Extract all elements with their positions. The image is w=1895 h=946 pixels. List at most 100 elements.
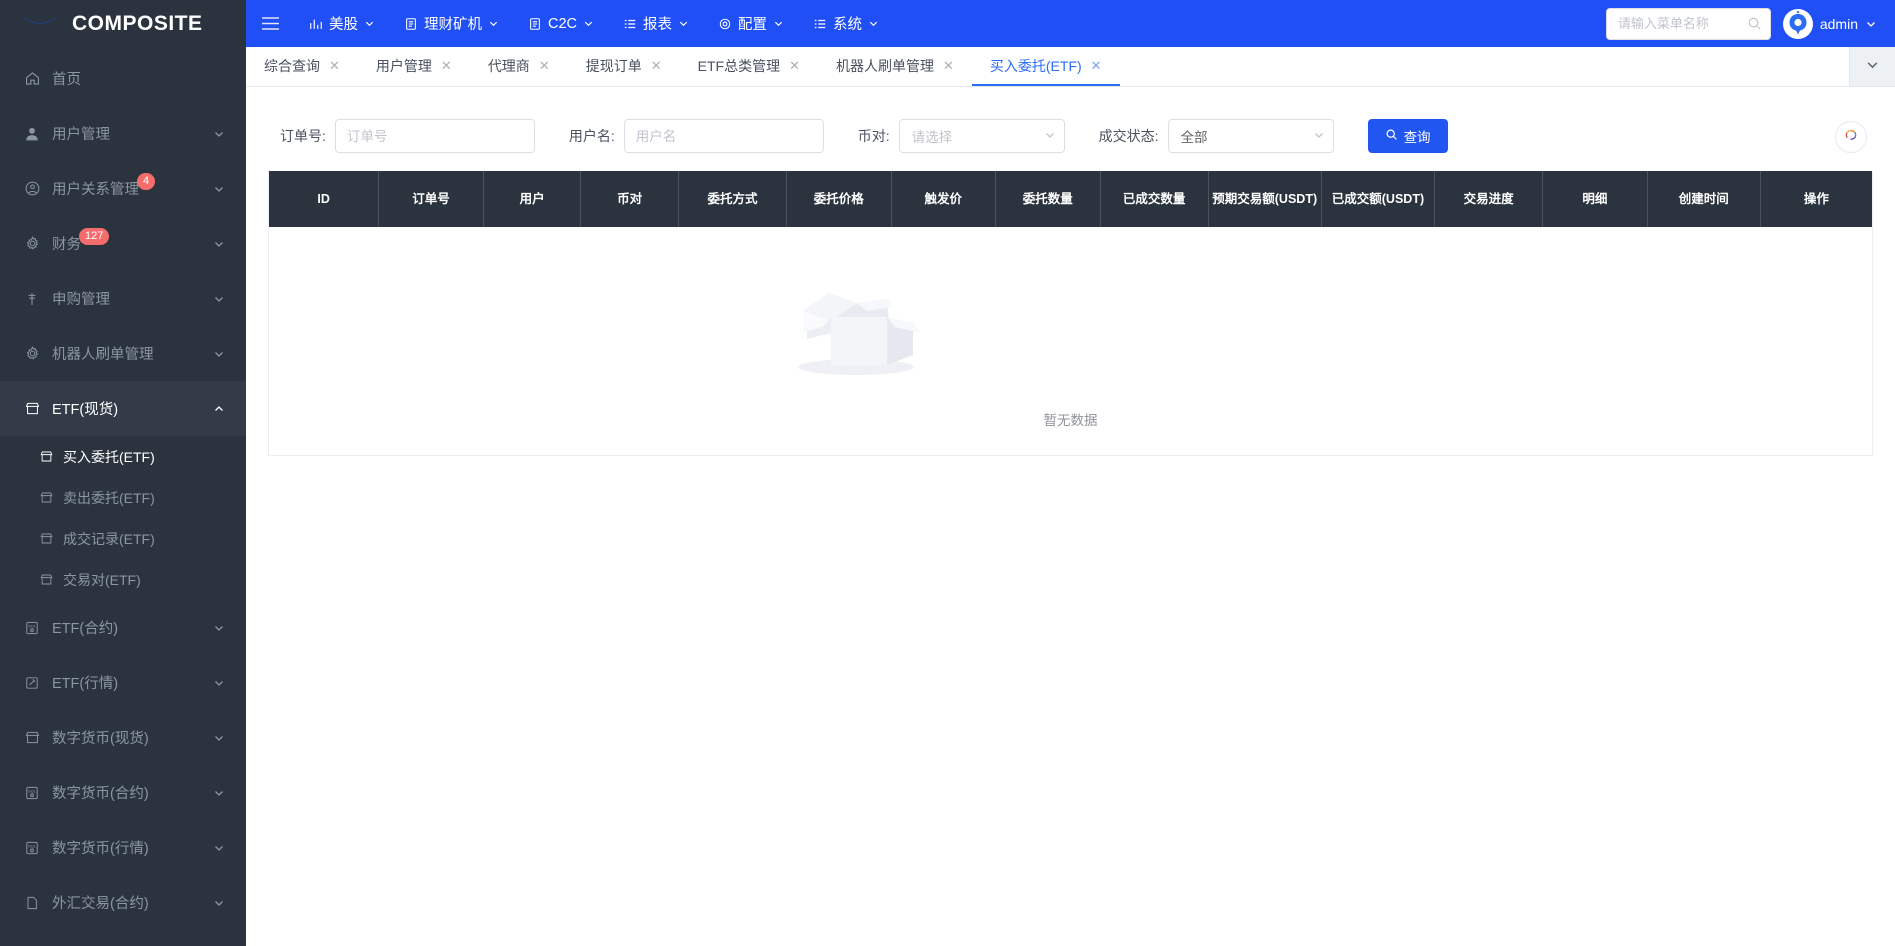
tab-label: 机器人刷单管理 bbox=[835, 57, 934, 74]
tab-options-dropdown[interactable] bbox=[1849, 47, 1895, 86]
close-icon[interactable]: ✕ bbox=[539, 59, 550, 72]
column-header-action: 操作 bbox=[1760, 171, 1872, 227]
chevron-down-icon bbox=[1865, 18, 1877, 30]
pair-select[interactable]: 请选择 bbox=[898, 119, 1065, 153]
tab-bar: 综合查询 ✕ 用户管理 ✕ 代理商 ✕ 提现订单 ✕ ETF总类管理 ✕ 机器人… bbox=[246, 47, 1895, 87]
close-icon[interactable]: ✕ bbox=[329, 59, 340, 72]
orders-table: ID 订单号 用户 币对 委托方式 委托价格 触发价 委托数量 已成交数量 预期… bbox=[268, 171, 1873, 456]
sidebar-subitem-trading-pair-etf[interactable]: 交易对(ETF) bbox=[0, 559, 246, 600]
sidebar-item-subscription[interactable]: 申购管理 bbox=[0, 271, 246, 326]
filter-bar: 订单号: 用户名: 币对: 请选择 bbox=[268, 105, 1873, 169]
orders-grid: ID 订单号 用户 币对 委托方式 委托价格 触发价 委托数量 已成交数量 预期… bbox=[269, 171, 1872, 227]
sidebar-item-label: 申购管理 bbox=[52, 292, 110, 308]
hamburger-icon[interactable] bbox=[246, 0, 294, 47]
table-header-row: ID 订单号 用户 币对 委托方式 委托价格 触发价 委托数量 已成交数量 预期… bbox=[269, 171, 1872, 227]
svg-text:SQL: SQL bbox=[28, 623, 37, 628]
search-icon bbox=[1385, 128, 1398, 144]
chevron-down-icon bbox=[212, 182, 226, 196]
user-icon bbox=[22, 124, 42, 144]
tab-label: 综合查询 bbox=[264, 57, 320, 74]
sidebar: COMPOSITE 首页 用户管理 用户关系管理 4 财务 127 申购管理 机… bbox=[0, 0, 246, 946]
sidebar-badge: 4 bbox=[137, 173, 156, 190]
column-header-trade-progress: 交易进度 bbox=[1434, 171, 1544, 227]
sidebar-item-user-management[interactable]: 用户管理 bbox=[0, 106, 246, 161]
topnav-item-c2c[interactable]: C2C bbox=[513, 0, 608, 47]
tab-label: ETF总类管理 bbox=[697, 57, 781, 74]
menu-search[interactable] bbox=[1605, 7, 1771, 40]
sidebar-item-crypto-spot[interactable]: 数字货币(现货) bbox=[0, 710, 246, 765]
sidebar-item-robot-order[interactable]: 机器人刷单管理 bbox=[0, 326, 246, 381]
sidebar-item-label: 数字货币(合约) bbox=[52, 786, 149, 802]
sql-icon: SQL bbox=[22, 618, 42, 638]
deal-status-select[interactable]: 全部 bbox=[1167, 119, 1334, 153]
tab-label: 用户管理 bbox=[375, 57, 432, 74]
topnav-item-system[interactable]: 系统 bbox=[798, 0, 893, 47]
user-circle-icon bbox=[22, 179, 42, 199]
filter-pair: 币对: 请选择 bbox=[858, 119, 1065, 153]
column-header-order-price: 委托价格 bbox=[786, 171, 892, 227]
chevron-down-icon bbox=[212, 786, 226, 800]
close-icon[interactable]: ✕ bbox=[441, 59, 452, 72]
sidebar-item-etf-market[interactable]: ETF(行情) bbox=[0, 655, 246, 710]
query-button-label: 查询 bbox=[1403, 130, 1431, 145]
tab-robot-order-management[interactable]: 机器人刷单管理 ✕ bbox=[818, 47, 972, 86]
sidebar-subitem-buy-order-etf[interactable]: 买入委托(ETF) bbox=[0, 436, 246, 477]
tab-etf-category-management[interactable]: ETF总类管理 ✕ bbox=[680, 47, 818, 86]
chevron-up-icon bbox=[212, 402, 226, 416]
sidebar-item-user-relationship[interactable]: 用户关系管理 4 bbox=[0, 161, 246, 216]
column-header-expected-amount: 预期交易额(USDT) bbox=[1208, 171, 1322, 227]
tab-comprehensive-query[interactable]: 综合查询 ✕ bbox=[246, 47, 358, 86]
sidebar-item-etf-spot[interactable]: ETF(现货) bbox=[0, 381, 246, 436]
user-menu[interactable]: admin bbox=[1782, 8, 1877, 39]
sidebar-subitem-trade-record-etf[interactable]: 成交记录(ETF) bbox=[0, 518, 246, 559]
close-icon[interactable]: ✕ bbox=[789, 59, 800, 72]
close-icon[interactable]: ✕ bbox=[943, 59, 954, 72]
sidebar-item-forex-contract[interactable]: 外汇交易(合约) bbox=[0, 875, 246, 930]
table-header: ID 订单号 用户 币对 委托方式 委托价格 触发价 委托数量 已成交数量 预期… bbox=[269, 171, 1872, 227]
close-icon[interactable]: ✕ bbox=[651, 59, 662, 72]
column-header-id: ID bbox=[269, 171, 380, 227]
topnav-item-wealth-mining[interactable]: 理财矿机 bbox=[389, 0, 513, 47]
sidebar-item-home[interactable]: 首页 bbox=[0, 51, 246, 106]
bar-chart-icon bbox=[308, 16, 323, 31]
refresh-button[interactable] bbox=[1835, 121, 1867, 153]
user-name-input[interactable] bbox=[623, 119, 824, 153]
tab-buy-order-etf[interactable]: 买入委托(ETF) ✕ bbox=[971, 47, 1120, 86]
top-header: 美股 理财矿机 C2C 报表 配置 系统 请输入菜单名称 admin bbox=[246, 0, 1895, 47]
topnav-item-config[interactable]: 配置 bbox=[703, 0, 798, 47]
sidebar-item-label: 外汇交易(合约) bbox=[52, 896, 149, 912]
user-avatar-icon bbox=[1782, 8, 1813, 39]
topnav-item-reports[interactable]: 报表 bbox=[608, 0, 703, 47]
main-area: 美股 理财矿机 C2C 报表 配置 系统 请输入菜单名称 admin 综合查询 … bbox=[246, 0, 1895, 946]
sidebar-item-label: 机器人刷单管理 bbox=[52, 347, 154, 363]
svg-text:SQL: SQL bbox=[28, 788, 37, 793]
close-icon[interactable]: ✕ bbox=[1091, 59, 1102, 72]
sidebar-subitem-label: 交易对(ETF) bbox=[63, 571, 141, 588]
empty-box-icon bbox=[771, 259, 941, 379]
tab-withdrawal-order[interactable]: 提现订单 ✕ bbox=[568, 47, 680, 86]
order-no-input[interactable] bbox=[334, 119, 535, 153]
deal-status-select-wrap: 全部 bbox=[1167, 119, 1334, 153]
tab-agent[interactable]: 代理商 ✕ bbox=[470, 47, 568, 86]
content-area: 订单号: 用户名: 币对: 请选择 bbox=[246, 87, 1895, 946]
topnav-label: 理财矿机 bbox=[424, 17, 482, 33]
top-navigation: 美股 理财矿机 C2C 报表 配置 系统 bbox=[294, 0, 893, 47]
sidebar-item-finance[interactable]: 财务 127 bbox=[0, 216, 246, 271]
app-root: COMPOSITE 首页 用户管理 用户关系管理 4 财务 127 申购管理 机… bbox=[0, 0, 1895, 946]
shop-icon bbox=[38, 449, 54, 465]
brand-logo[interactable]: COMPOSITE bbox=[0, 0, 246, 47]
sidebar-item-crypto-contract[interactable]: SQL 数字货币(合约) bbox=[0, 765, 246, 820]
chevron-down-icon bbox=[212, 896, 226, 910]
topnav-item-us-stocks[interactable]: 美股 bbox=[294, 0, 389, 47]
order-panel: 订单号: 用户名: 币对: 请选择 bbox=[268, 105, 1873, 456]
sql-icon: SQL bbox=[22, 838, 42, 858]
topnav-label: 美股 bbox=[329, 17, 358, 33]
tab-user-management[interactable]: 用户管理 ✕ bbox=[358, 47, 470, 86]
query-button[interactable]: 查询 bbox=[1367, 119, 1448, 153]
filter-label: 成交状态: bbox=[1098, 128, 1159, 144]
sidebar-item-label: ETF(合约) bbox=[52, 621, 119, 637]
sidebar-subitem-label: 买入委托(ETF) bbox=[63, 448, 155, 465]
sidebar-subitem-sell-order-etf[interactable]: 卖出委托(ETF) bbox=[0, 477, 246, 518]
sidebar-item-crypto-market[interactable]: SQL 数字货币(行情) bbox=[0, 820, 246, 875]
sidebar-item-etf-contract[interactable]: SQL ETF(合约) bbox=[0, 600, 246, 655]
